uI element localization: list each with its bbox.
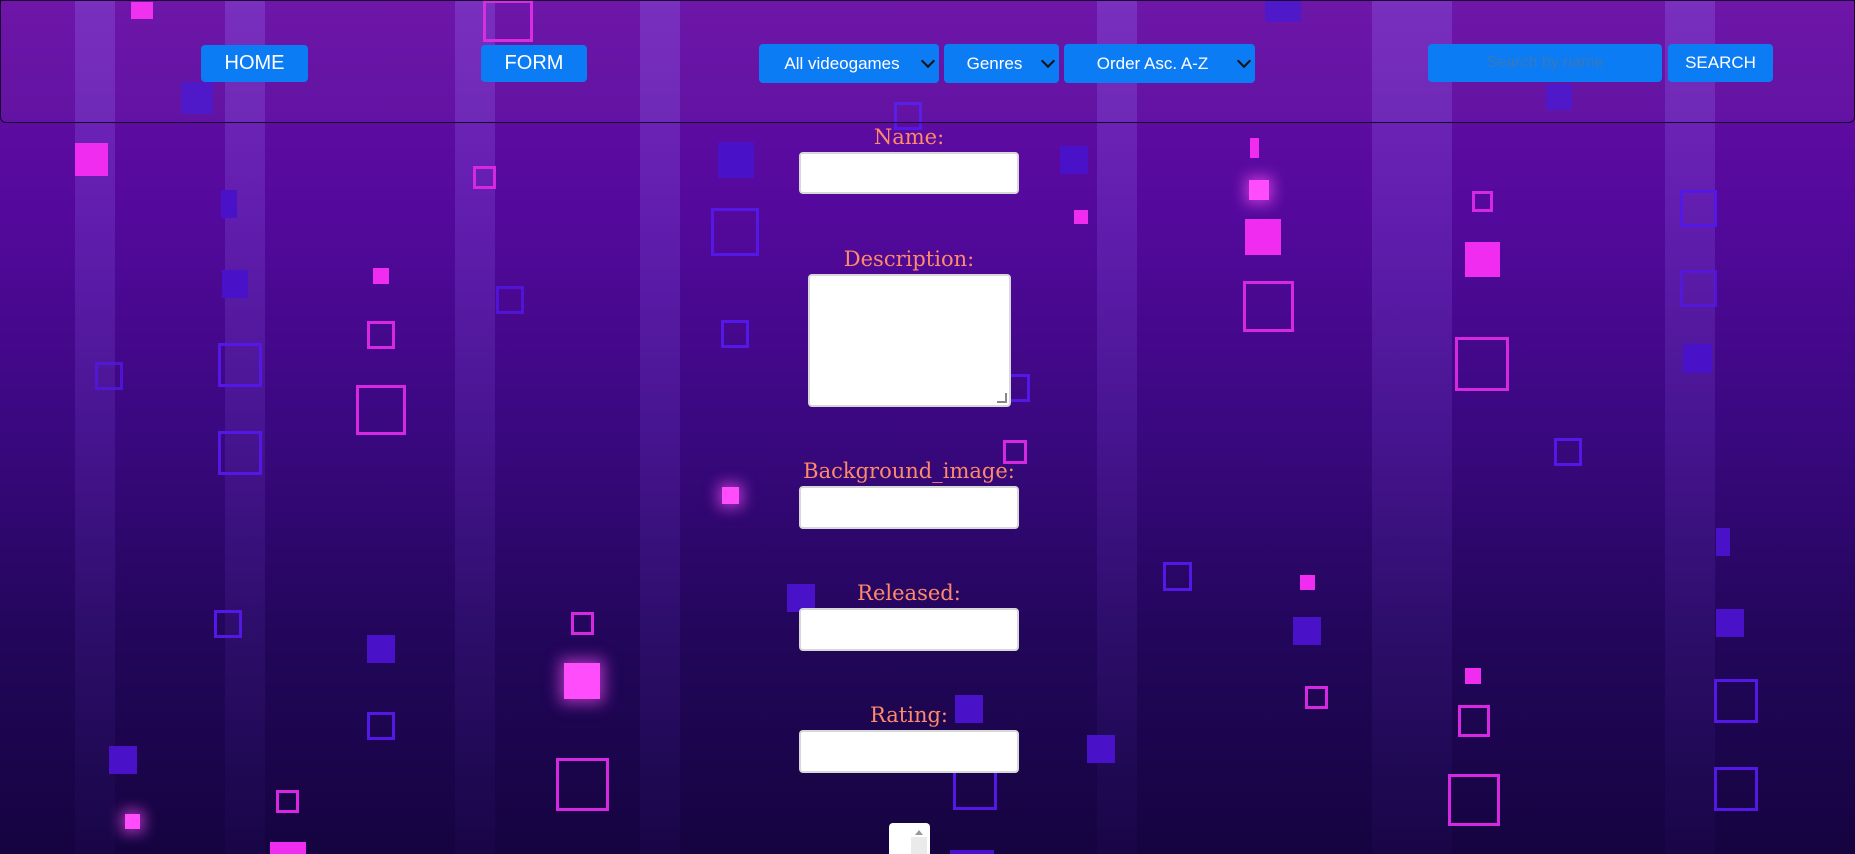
navbar: HOME FORM All videogames Genres Order As… — [0, 0, 1855, 123]
description-textarea[interactable] — [808, 274, 1011, 407]
name-label: Name: — [873, 125, 945, 149]
scroll-up-arrow-icon[interactable] — [915, 830, 923, 835]
rating-field[interactable] — [799, 730, 1019, 773]
videogames-filter-select[interactable]: All videogames — [759, 44, 939, 83]
order-select[interactable]: Order Asc. A-Z — [1064, 44, 1255, 83]
released-field[interactable] — [799, 608, 1019, 651]
videogames-filter-value: All videogames — [784, 53, 900, 73]
search-button[interactable]: SEARCH — [1668, 44, 1773, 82]
background-image-field[interactable] — [799, 486, 1019, 529]
home-button[interactable]: HOME — [201, 45, 308, 82]
scrollbar-track[interactable] — [911, 837, 927, 854]
search-placeholder: Search by name — [1486, 54, 1604, 71]
background-image-label: Background_image: — [803, 459, 1015, 483]
resize-grip-icon[interactable] — [997, 393, 1007, 403]
description-label: Description: — [843, 247, 975, 271]
genres-select[interactable]: Genres — [944, 44, 1059, 83]
chevron-down-icon — [1040, 53, 1056, 69]
released-label: Released: — [857, 581, 961, 605]
search-input[interactable]: Search by name — [1428, 44, 1662, 82]
form-button[interactable]: FORM — [481, 45, 587, 82]
rating-label: Rating: — [869, 703, 948, 727]
name-field[interactable] — [799, 152, 1019, 194]
chevron-down-icon — [1236, 53, 1252, 69]
genres-select-value: Genres — [966, 53, 1023, 73]
order-select-value: Order Asc. A-Z — [1096, 53, 1209, 73]
chevron-down-icon — [920, 53, 936, 69]
multi-select-box[interactable] — [889, 823, 930, 854]
